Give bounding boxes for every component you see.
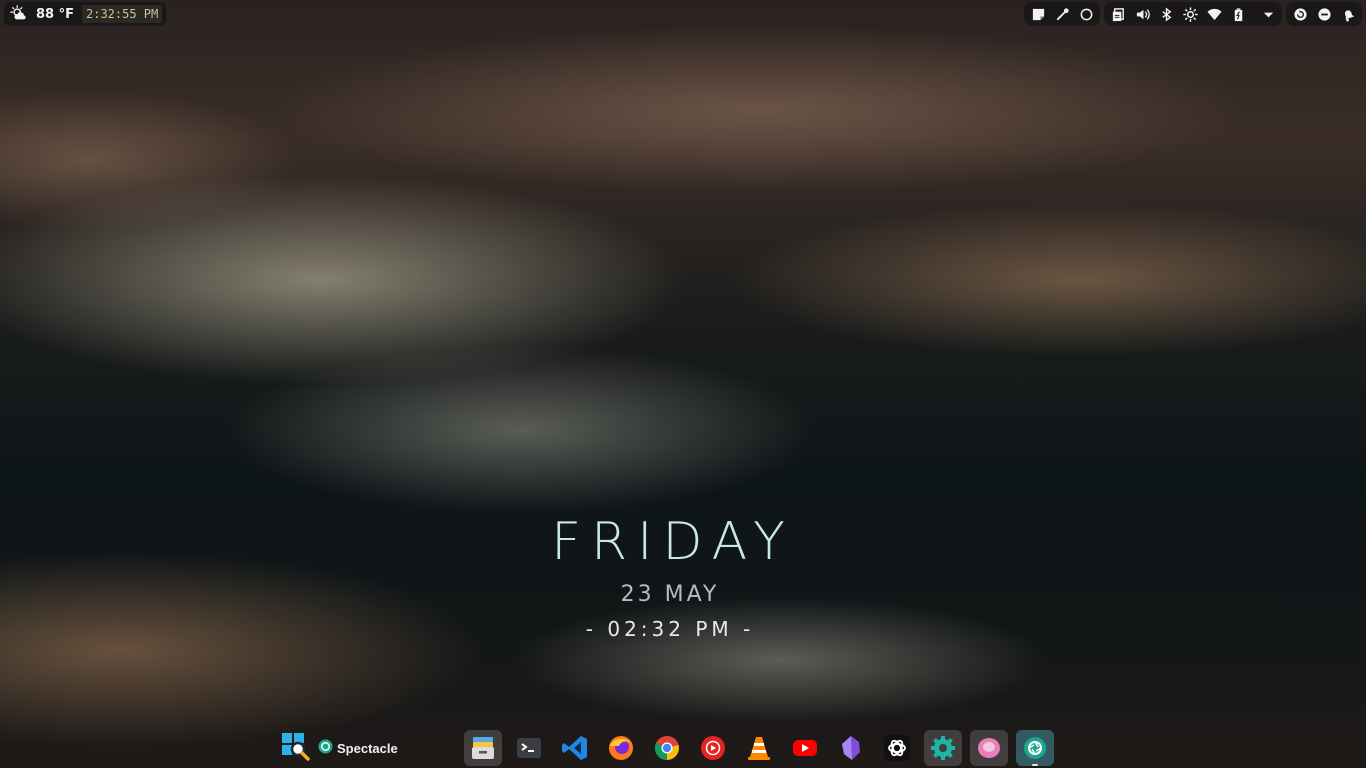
expand-arrow-icon[interactable] [1260, 6, 1276, 22]
clipboard-icon[interactable] [1110, 6, 1126, 22]
dock-youtube[interactable] [786, 730, 824, 766]
youtube-music-icon [701, 736, 725, 760]
dock-youtube-music[interactable] [694, 730, 732, 766]
day-name: FRIDAY [551, 512, 795, 572]
color-picker-icon[interactable] [1054, 6, 1070, 22]
time-text: - 02:32 PM - [585, 617, 755, 641]
refresh-icon[interactable] [1292, 6, 1308, 22]
vscode-icon [562, 736, 587, 760]
chatgpt-icon [884, 735, 910, 761]
record-icon[interactable] [1078, 6, 1094, 22]
weather-partly-sunny-icon[interactable] [10, 5, 28, 23]
terminal-icon [517, 738, 541, 758]
dock-vlc[interactable] [740, 730, 778, 766]
brightness-icon[interactable] [1182, 6, 1198, 22]
settings-gear-icon [931, 736, 955, 760]
dock-settings[interactable] [924, 730, 962, 766]
archive-manager-icon [472, 737, 494, 759]
date-text: 23 MAY [620, 582, 720, 607]
panel-clock[interactable]: 2:32:55 PM [82, 5, 163, 23]
search-app-icon[interactable] [280, 731, 310, 765]
youtube-icon [793, 740, 817, 756]
dock-chrome[interactable] [648, 730, 686, 766]
top-left-panel: 88 °F 2:32:55 PM [4, 2, 167, 26]
spectacle-icon [1024, 737, 1046, 759]
dock-pink-app[interactable] [970, 730, 1008, 766]
dock-firefox[interactable] [602, 730, 640, 766]
dock-obsidian[interactable] [832, 730, 870, 766]
pink-app-icon [978, 738, 1000, 758]
temperature: 88 °F [36, 6, 74, 22]
notification-bell-icon[interactable] [1340, 6, 1356, 22]
volume-icon[interactable] [1134, 6, 1150, 22]
note-icon[interactable] [1030, 6, 1046, 22]
date-widget: FRIDAY 23 MAY - 02:32 PM - [470, 512, 870, 641]
dock-spectacle[interactable] [1016, 730, 1054, 766]
vlc-icon [748, 737, 770, 760]
chrome-icon [654, 736, 679, 761]
system-tray [1024, 2, 1362, 26]
tray-group-session [1286, 2, 1362, 26]
taskbar-left: Spectacle [280, 732, 398, 764]
dock-vscode[interactable] [556, 730, 594, 766]
dock-chatgpt[interactable] [878, 730, 916, 766]
dock [464, 729, 1054, 767]
obsidian-icon [842, 736, 860, 760]
tray-group-status [1104, 2, 1282, 26]
firefox-icon [609, 736, 633, 760]
bluetooth-icon[interactable] [1158, 6, 1174, 22]
tray-group-tools [1024, 2, 1100, 26]
minus-circle-icon[interactable] [1316, 6, 1332, 22]
spectacle-small-icon [318, 738, 333, 758]
dock-terminal[interactable] [510, 730, 548, 766]
dock-archive-manager[interactable] [464, 730, 502, 766]
spectacle-task[interactable]: Spectacle [318, 738, 398, 758]
wifi-icon[interactable] [1206, 6, 1222, 22]
spectacle-label: Spectacle [337, 740, 398, 756]
battery-icon[interactable] [1230, 6, 1246, 22]
